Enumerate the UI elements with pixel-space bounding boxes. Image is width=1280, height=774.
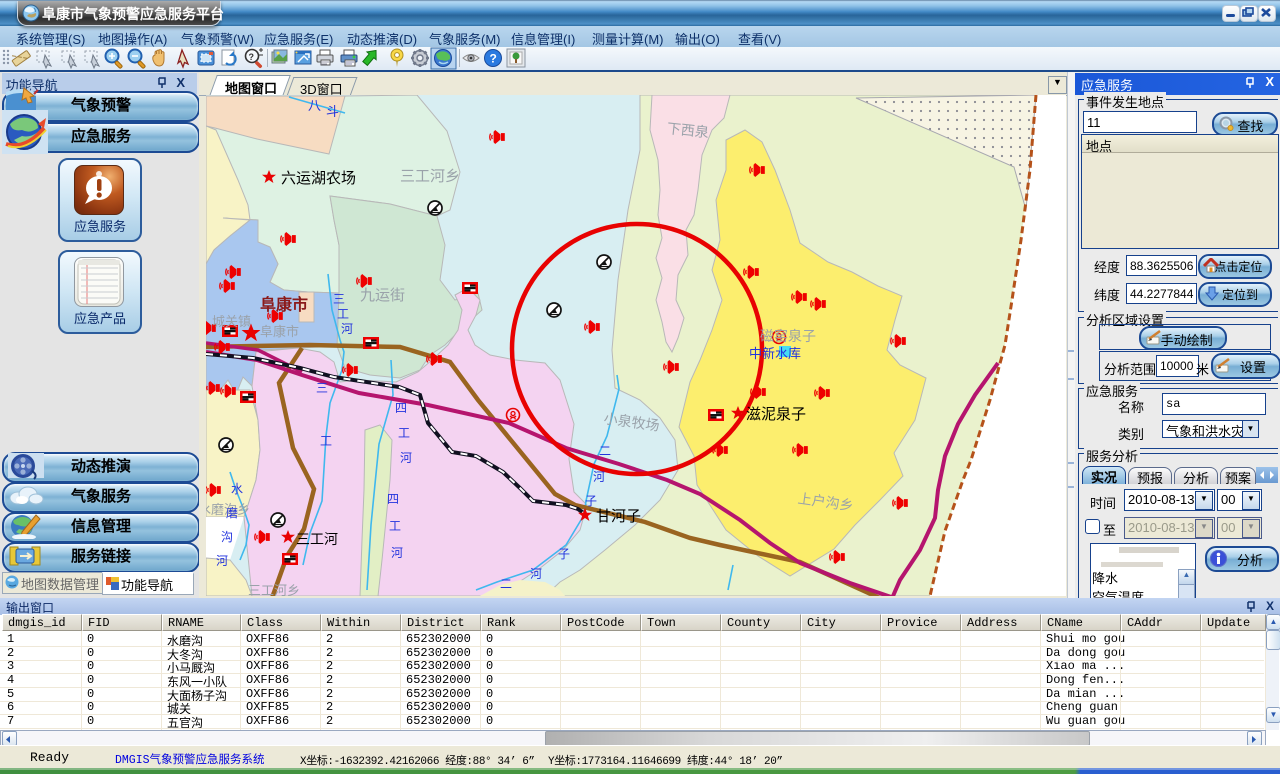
- svg-text:二: 二: [500, 577, 512, 591]
- svg-text:阜康市: 阜康市: [260, 324, 299, 339]
- svg-text:三: 三: [316, 381, 328, 395]
- svg-text:沟: 沟: [221, 530, 233, 544]
- svg-text:四: 四: [387, 492, 399, 506]
- svg-text:工: 工: [389, 519, 401, 533]
- svg-text:水: 水: [231, 482, 243, 496]
- svg-text:甘河子: 甘河子: [596, 508, 641, 525]
- svg-text:河: 河: [391, 546, 403, 560]
- svg-text:三: 三: [333, 292, 345, 306]
- svg-text:三工河: 三工河: [296, 531, 338, 547]
- svg-text:河: 河: [593, 470, 605, 484]
- svg-text:三工河乡: 三工河乡: [248, 583, 300, 596]
- svg-text:阜康市: 阜康市: [260, 295, 308, 314]
- svg-text:六运湖农场: 六运湖农场: [281, 170, 356, 187]
- svg-text:?: ?: [490, 52, 497, 66]
- svg-text:子: 子: [585, 494, 597, 508]
- svg-text:?: ?: [249, 52, 255, 62]
- svg-text:城关镇: 城关镇: [212, 314, 251, 329]
- svg-text:河: 河: [341, 322, 353, 336]
- svg-text:河: 河: [216, 554, 228, 568]
- svg-text:斗: 斗: [326, 104, 339, 119]
- svg-text:九运街: 九运街: [360, 287, 405, 304]
- svg-text:工: 工: [337, 307, 349, 321]
- svg-text:三工河乡: 三工河乡: [400, 168, 460, 185]
- svg-text:滋泥泉子: 滋泥泉子: [746, 406, 806, 423]
- svg-text:磨: 磨: [226, 506, 238, 520]
- svg-text:中新水库: 中新水库: [749, 346, 801, 361]
- svg-text:工: 工: [398, 426, 410, 440]
- svg-text:八: 八: [308, 98, 321, 113]
- svg-text:河: 河: [530, 567, 542, 581]
- svg-text:四: 四: [395, 401, 407, 415]
- svg-text:二: 二: [599, 444, 611, 458]
- svg-text:河: 河: [400, 451, 412, 465]
- svg-text:工: 工: [320, 434, 332, 448]
- svg-text:子: 子: [558, 547, 570, 561]
- svg-text:磁窑泉子: 磁窑泉子: [760, 328, 816, 344]
